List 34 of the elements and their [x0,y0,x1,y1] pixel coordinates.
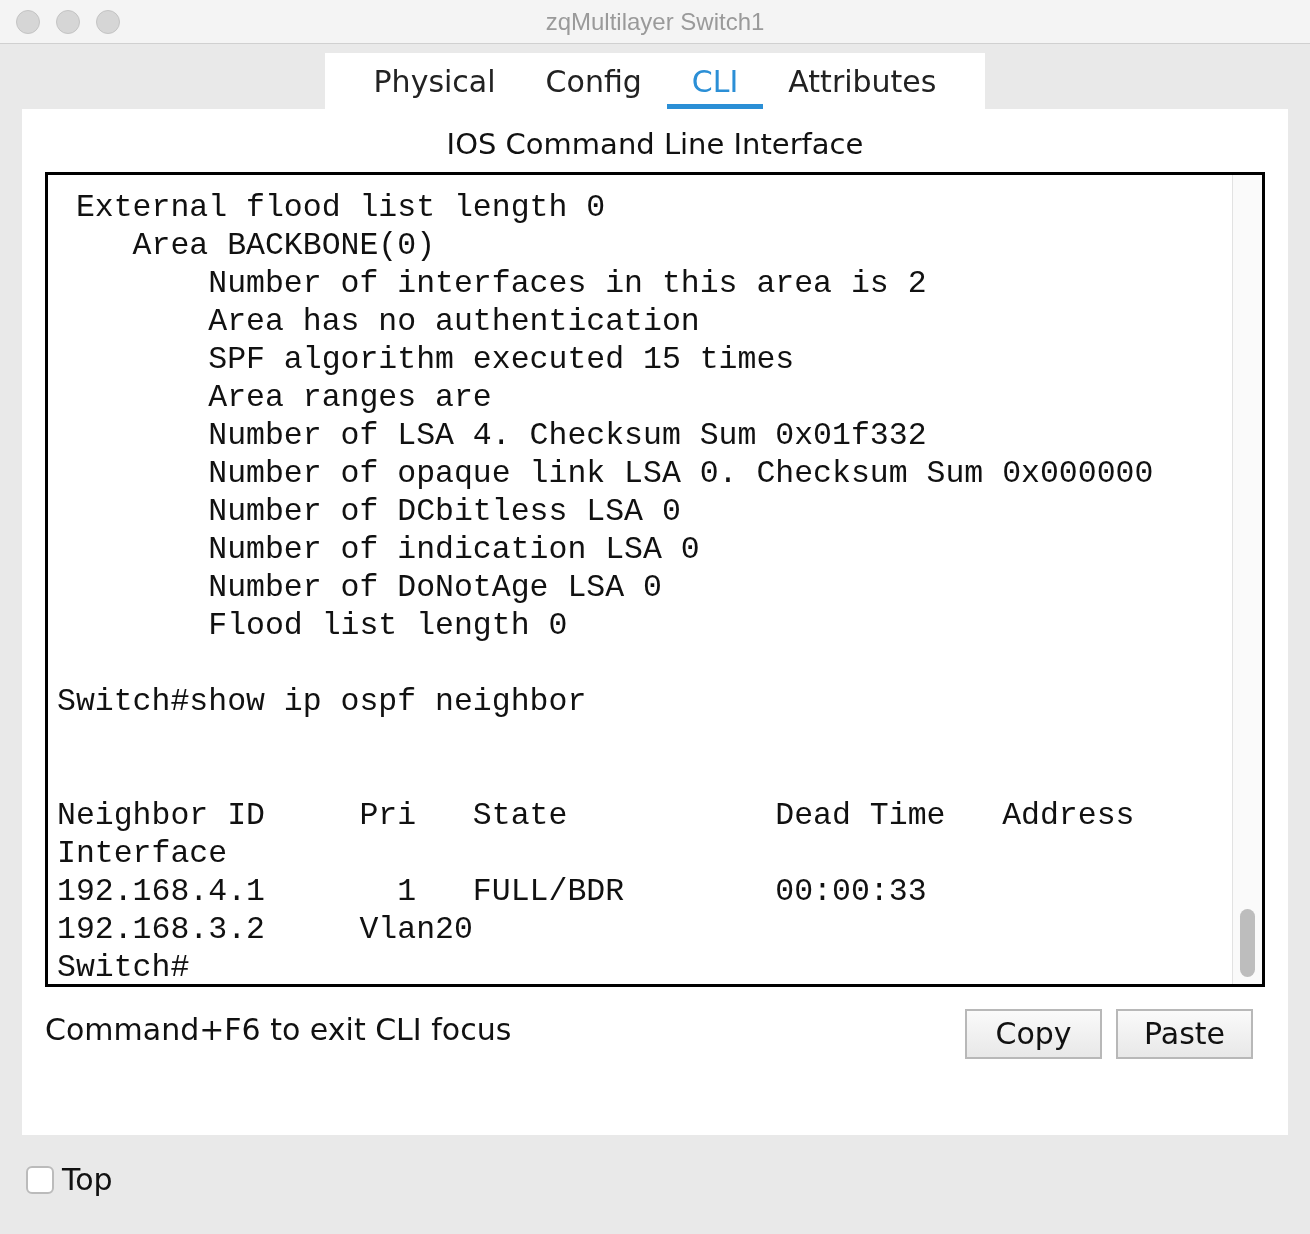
terminal-line: Number of DoNotAge LSA 0 [207,569,662,605]
terminal-line: Number of opaque link LSA 0. Checksum Sum 0x000000 [207,455,1154,491]
top-checkbox[interactable] [26,1165,54,1194]
terminal-line: Flood list length 0 [207,607,568,643]
terminal-line: Switch#show ip ospf neighbor [57,683,587,719]
tab[interactable]: Attributes [763,53,962,109]
terminal-line: Number of indication LSA 0 [207,531,700,567]
scrollbar[interactable] [1232,174,1262,984]
terminal-line: Area BACKBONE(0) [131,227,436,263]
hint-text: Command+F6 to exit CLI focus [45,1011,512,1048]
terminal-line: External flood list length 0 [74,189,606,225]
terminal-line: SPF algorithm executed 15 times [207,341,795,377]
terminal-line: Switch# [57,949,190,984]
terminal-area[interactable] [45,171,1265,987]
terminal-line: Neighbor ID Pri State Dead Time Address [57,797,1135,833]
tab[interactable]: Physical [348,53,521,109]
action-button[interactable]: Paste [1116,1008,1253,1059]
terminal-line: Area has no authentication [207,303,700,339]
zoom-button[interactable] [96,10,120,34]
terminal-line: Area ranges are [207,379,492,415]
terminal-line: 192.168.4.1 1 FULL/BDR 00:00:33 [57,873,927,909]
action-button[interactable]: Copy [965,1008,1102,1059]
window-title: zqMultilayer Switch1 [545,6,765,37]
scroll-thumb[interactable] [1240,908,1255,977]
close-button[interactable] [16,10,40,34]
checkbox-label: Top [62,1161,113,1199]
panel-heading: IOS Command Line Interface [445,127,865,162]
terminal-line: Number of DCbitless LSA 0 [207,493,681,529]
terminal-line: 192.168.3.2 Vlan20 [57,911,473,947]
minimize-button[interactable] [56,10,80,34]
terminal-line: Number of LSA 4. Checksum Sum 0x01f332 [207,417,927,453]
tab[interactable]: Config [520,53,667,109]
terminal-line: Number of interfaces in this area is 2 [207,265,927,301]
terminal-line: Interface [57,835,228,871]
